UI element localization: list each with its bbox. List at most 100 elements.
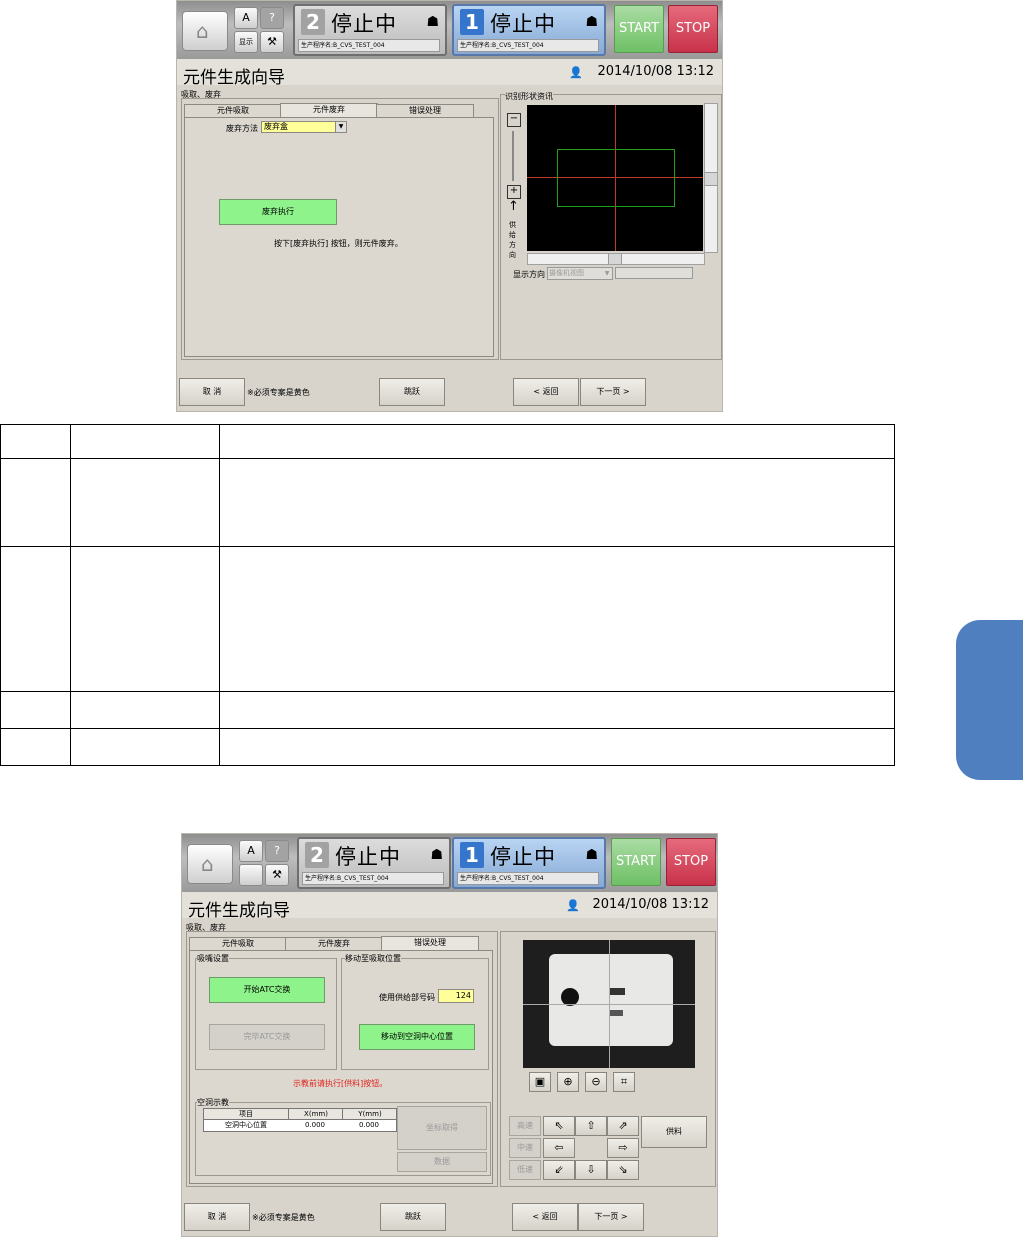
table-cell: [0, 458, 71, 547]
arrow-left-icon[interactable]: ⇦: [543, 1138, 575, 1158]
fit-icon[interactable]: ⌗: [613, 1072, 635, 1092]
data-button[interactable]: 数据: [397, 1152, 487, 1172]
stop-button[interactable]: STOP: [666, 838, 716, 886]
operator-icon: ☗: [426, 14, 439, 30]
component-outline: [557, 149, 675, 207]
component-pad: [609, 988, 625, 995]
required-note: ※必须专案是黄色: [252, 1213, 315, 1222]
teach-group-label: 空洞示教: [197, 1097, 229, 1108]
arrow-right-icon[interactable]: ⇨: [607, 1138, 639, 1158]
feed-char: 供: [509, 221, 516, 229]
arrow-up-icon[interactable]: ⇧: [575, 1116, 607, 1136]
scroll-thumb[interactable]: [608, 254, 622, 264]
tab-content: [184, 117, 494, 357]
horizontal-scrollbar[interactable]: [527, 253, 705, 265]
lane-2-status[interactable]: 2 停止中 ☗ 生产程序名:B_CVS_TEST_004: [293, 4, 447, 56]
display-button[interactable]: 显示: [234, 31, 258, 53]
start-button[interactable]: START: [611, 838, 661, 886]
table-cell: [70, 424, 220, 459]
shape-info-panel: 识别形状资讯 − + ↑ 供 给 方 向 显示方向 摄像机视图 ▼: [500, 91, 722, 360]
nozzle-group-label: 吸嘴设置: [197, 953, 229, 964]
arrow-down-left-icon[interactable]: ⇙: [543, 1160, 575, 1180]
feeder-no-field[interactable]: 124: [438, 989, 474, 1003]
zoom-out-icon[interactable]: −: [507, 113, 521, 127]
table-cell: [70, 728, 220, 766]
zoom-in-icon[interactable]: +: [507, 185, 521, 199]
zoom-slider[interactable]: [512, 131, 514, 181]
operator-icon: ☗: [430, 847, 443, 863]
table-cell: [219, 691, 895, 729]
zoom-out-icon[interactable]: ⊖: [585, 1072, 607, 1092]
table-cell: [0, 546, 71, 692]
speed-high-button[interactable]: 高速: [509, 1116, 541, 1136]
next-button[interactable]: 下一页 >: [580, 378, 646, 406]
user-icon: 👤: [566, 899, 580, 912]
tab-pickup[interactable]: 元件吸取: [184, 104, 282, 117]
left-panel: 元件吸取 元件废弃 错误处理 吸嘴设置 开始ATC交换 完毕ATC交换 移动至吸…: [186, 931, 498, 1187]
auto-button[interactable]: A: [239, 840, 263, 862]
vertical-scrollbar[interactable]: [704, 103, 718, 253]
next-button[interactable]: 下一页 >: [578, 1203, 644, 1231]
tab-error[interactable]: 错误处理: [381, 936, 479, 950]
move-group-label: 移动至吸取位置: [345, 953, 401, 964]
table-cell: [70, 458, 220, 547]
arrow-up-right-icon[interactable]: ⇗: [607, 1116, 639, 1136]
discard-method-select[interactable]: 废弃盒 ▼: [261, 121, 347, 133]
nozzle-group: [195, 958, 337, 1070]
feed-button[interactable]: 供料: [641, 1116, 707, 1148]
tab-discard[interactable]: 元件废弃: [280, 103, 378, 117]
tab-pickup[interactable]: 元件吸取: [189, 937, 287, 950]
datetime: 2014/10/08 13:12: [592, 897, 709, 912]
lane-1-status[interactable]: 1 停止中 ☗ 生产程序名:B_CVS_TEST_004: [452, 4, 606, 56]
home-button[interactable]: ⌂: [187, 844, 233, 884]
table-cell: [219, 546, 895, 692]
help-button[interactable]: ?: [265, 840, 289, 862]
help-button[interactable]: ?: [260, 7, 284, 29]
lane-2-status[interactable]: 2 停止中 ☗ 生产程序名:B_CVS_TEST_004: [297, 837, 451, 889]
program-name: 生产程序名:B_CVS_TEST_004: [302, 872, 444, 885]
tab-discard[interactable]: 元件废弃: [285, 937, 383, 950]
scroll-thumb[interactable]: [705, 172, 717, 186]
finish-atc-button[interactable]: 完毕ATC交换: [209, 1024, 325, 1050]
arrow-down-right-icon[interactable]: ⇘: [607, 1160, 639, 1180]
page-title: 元件生成向导: [183, 68, 285, 88]
discard-exec-button[interactable]: 废弃执行: [219, 199, 337, 225]
move-center-button[interactable]: 移动到空洞中心位置: [359, 1024, 475, 1050]
arrow-down-icon[interactable]: ⇩: [575, 1160, 607, 1180]
back-button[interactable]: < 返回: [513, 378, 579, 406]
zoom-in-icon[interactable]: ⊕: [557, 1072, 579, 1092]
home-button[interactable]: ⌂: [182, 11, 228, 51]
auto-button[interactable]: A: [234, 7, 258, 29]
get-coords-button[interactable]: 坐标取得: [397, 1106, 487, 1150]
skip-button[interactable]: 跳跃: [379, 378, 445, 406]
start-button[interactable]: START: [614, 5, 664, 53]
back-button[interactable]: < 返回: [512, 1203, 578, 1231]
shape-view-canvas: [527, 105, 703, 251]
capture-icon[interactable]: ▣: [529, 1072, 551, 1092]
tool-icon[interactable]: ⚒: [260, 31, 284, 53]
datetime: 2014/10/08 13:12: [597, 64, 714, 79]
feed-direction-label: 供 给 方 向: [509, 220, 519, 260]
page-title: 元件生成向导: [188, 901, 290, 921]
table-row: [0, 691, 895, 729]
start-atc-button[interactable]: 开始ATC交换: [209, 977, 325, 1003]
feeder-no-label: 使用供给部号码: [379, 993, 435, 1002]
chapter-tab: [956, 620, 1023, 780]
display-button[interactable]: [239, 864, 263, 886]
operator-icon: ☗: [585, 847, 598, 863]
teach-data-row[interactable]: 空洞中心位置 0.000 0.000: [204, 1120, 396, 1130]
arrow-up-left-icon[interactable]: ⇖: [543, 1116, 575, 1136]
cancel-button[interactable]: 取 消: [184, 1203, 250, 1231]
lane-status: 停止中: [335, 845, 401, 869]
tool-icon[interactable]: ⚒: [265, 864, 289, 886]
speed-low-button[interactable]: 低速: [509, 1160, 541, 1180]
shape-info-title: 识别形状资讯: [505, 91, 553, 102]
speed-mid-button[interactable]: 中速: [509, 1138, 541, 1158]
skip-button[interactable]: 跳跃: [380, 1203, 446, 1231]
feed-char: 给: [509, 231, 516, 239]
lane-1-status[interactable]: 1 停止中 ☗ 生产程序名:B_CVS_TEST_004: [452, 837, 606, 889]
stop-button[interactable]: STOP: [668, 5, 718, 53]
tab-error[interactable]: 错误处理: [376, 104, 474, 117]
display-direction-select[interactable]: 摄像机视图 ▼: [547, 267, 613, 280]
cancel-button[interactable]: 取 消: [179, 378, 245, 406]
